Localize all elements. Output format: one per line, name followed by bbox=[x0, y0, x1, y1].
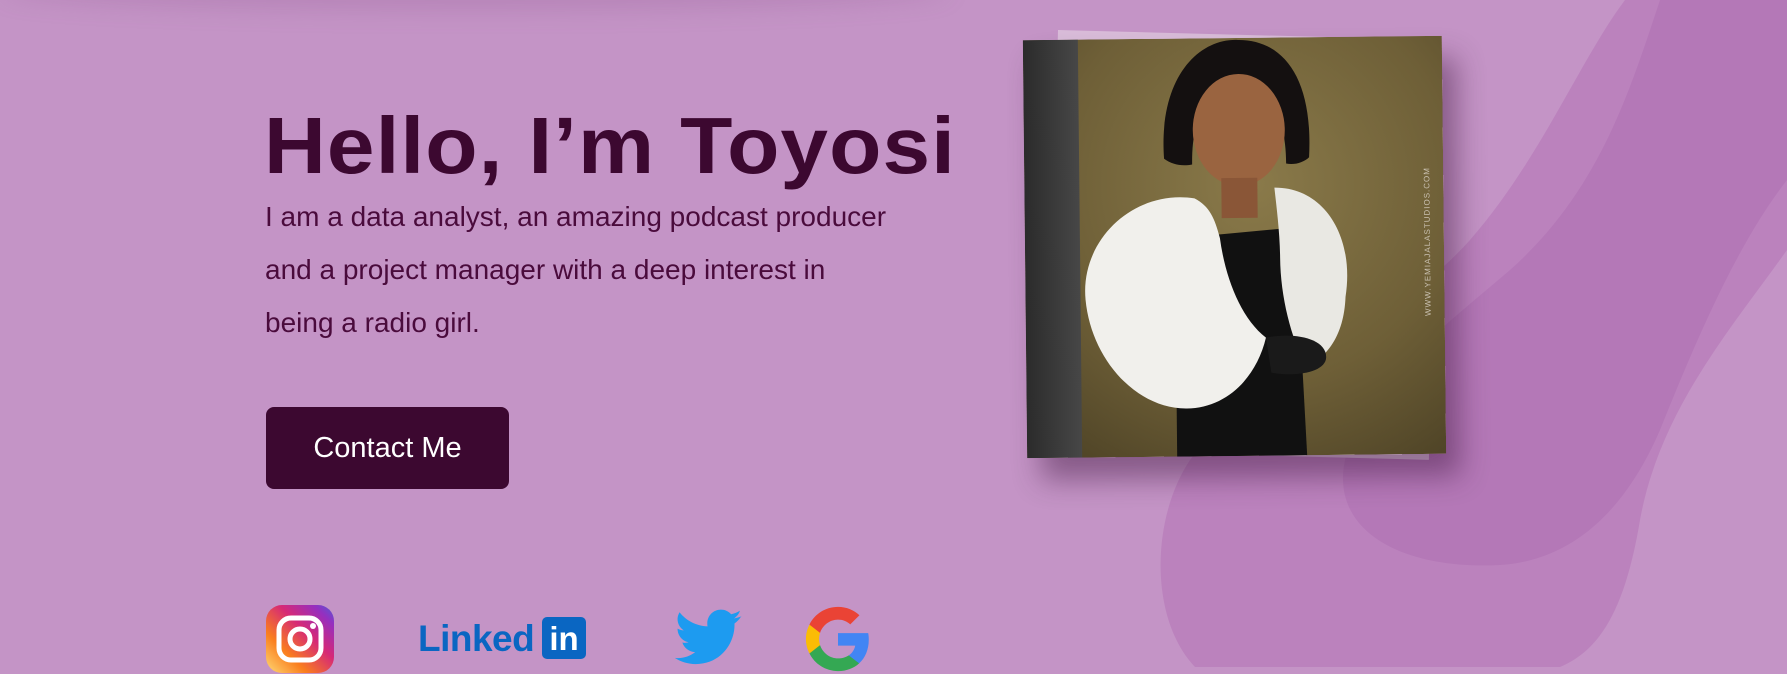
photo-neck bbox=[1221, 177, 1258, 219]
photo-watermark: WWW.YEMIAJALASTUDIOS.COM bbox=[1422, 167, 1433, 316]
google-icon[interactable] bbox=[803, 604, 873, 674]
hero-description: I am a data analyst, an amazing podcast … bbox=[265, 201, 887, 338]
contact-me-button[interactable]: Contact Me bbox=[266, 407, 509, 489]
instagram-icon[interactable] bbox=[266, 605, 334, 673]
linkedin-in-box: in bbox=[542, 617, 586, 659]
photo-left-panel bbox=[1022, 39, 1083, 459]
profile-photo-image: WWW.YEMIAJALASTUDIOS.COM bbox=[1022, 35, 1447, 459]
twitter-icon[interactable] bbox=[675, 608, 743, 668]
profile-photo: WWW.YEMIAJALASTUDIOS.COM bbox=[1022, 35, 1447, 459]
hero-title: Hello, I’m Toyosi bbox=[264, 101, 957, 190]
linkedin-wordmark: Linked bbox=[418, 618, 535, 659]
linkedin-icon[interactable]: Linked in bbox=[418, 617, 590, 663]
